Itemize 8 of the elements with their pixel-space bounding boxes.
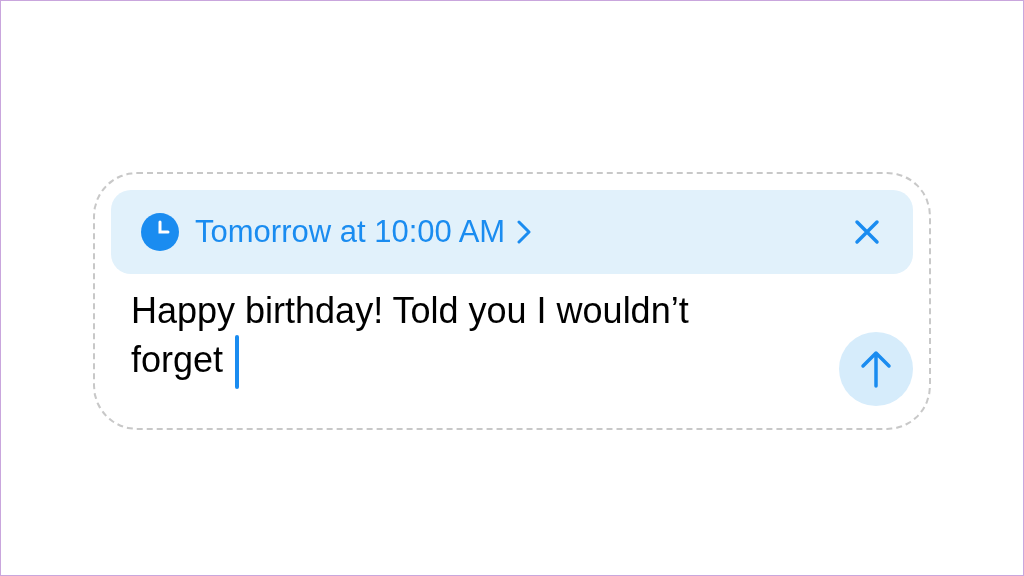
message-input-field[interactable]: Happy birthday! Told you I wouldn’t forget xyxy=(131,286,691,390)
text-cursor-icon xyxy=(235,335,240,390)
scheduled-send-banner[interactable]: Tomorrow at 10:00 AM xyxy=(111,190,913,274)
arrow-up-icon xyxy=(860,350,892,388)
clock-icon xyxy=(141,213,179,251)
schedule-time[interactable]: Tomorrow at 10:00 AM xyxy=(195,208,506,256)
close-icon xyxy=(854,219,880,245)
chevron-right-icon xyxy=(517,220,532,244)
